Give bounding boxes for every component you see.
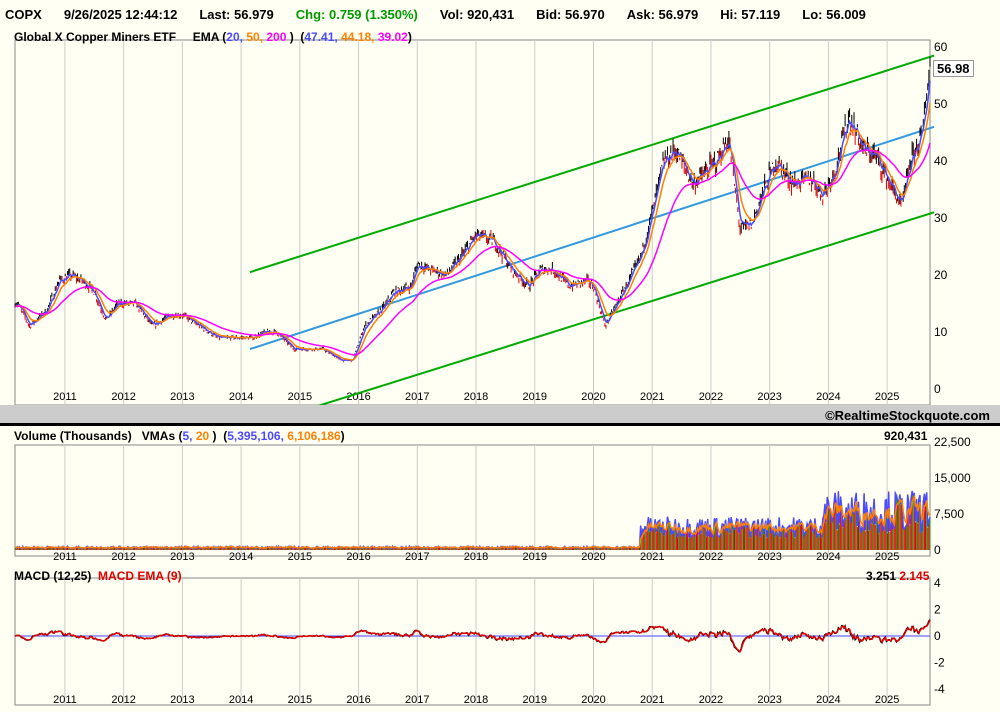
x-tick-label: 2015 (288, 694, 312, 706)
copyright: ©RealtimeStockquote.com (825, 408, 990, 423)
price-legend: Global X Copper Miners ETF EMA (20, 50, … (14, 30, 412, 44)
macd-values: 3.251 2.145 (866, 569, 929, 583)
price-y-tick: 30 (934, 211, 948, 225)
footer-band: ©RealtimeStockquote.com (0, 405, 1000, 426)
x-tick-label: 2015 (288, 391, 312, 403)
macd-value: 3.251 (866, 569, 897, 583)
x-tick-label: 2016 (346, 551, 370, 563)
ema20-period: 20, (226, 30, 243, 44)
signal-value: 2.145 (899, 569, 930, 583)
vma-label: VMAs (141, 429, 176, 443)
macd-y-tick: 2 (934, 603, 941, 617)
ema200-period: 200 (266, 30, 287, 44)
volume-y-tick: 15,000 (934, 471, 971, 485)
x-tick-label: 2012 (111, 551, 135, 563)
x-tick-label: 2020 (581, 391, 605, 403)
price-y-tick: 50 (934, 97, 948, 111)
macd-ema-title: MACD EMA (9) (98, 569, 182, 583)
panel-frame-0 (14, 39, 931, 406)
ema50-period: 50, (246, 30, 263, 44)
x-tick-label: 2018 (464, 551, 488, 563)
price-y-tick: 0 (934, 382, 941, 396)
volume-legend: Volume (Thousands) VMAs (5, 20 ) (5,395,… (14, 429, 345, 443)
ema20-value: 47.41, (304, 30, 338, 44)
macd-y-tick: -4 (934, 682, 945, 696)
x-tick-label: 2017 (405, 551, 429, 563)
x-tick-label: 2011 (53, 694, 77, 706)
x-tick-label: 2025 (875, 551, 899, 563)
price-y-tick: 20 (934, 268, 948, 282)
macd-y-tick: 4 (934, 576, 941, 590)
x-tick-label: 2019 (523, 694, 547, 706)
x-tick-label: 2012 (111, 391, 135, 403)
x-tick-label: 2025 (875, 391, 899, 403)
volume-y-tick: 7,500 (934, 507, 964, 521)
x-tick-label: 2017 (405, 391, 429, 403)
x-tick-label: 2023 (757, 391, 781, 403)
price-title: Global X Copper Miners ETF (14, 30, 177, 44)
price-y-tick: 60 (934, 40, 948, 54)
x-tick-label: 2025 (875, 694, 899, 706)
ema50-value: 44.18, (341, 30, 375, 44)
volume-y-tick: 22,500 (934, 435, 971, 449)
x-tick-label: 2016 (346, 694, 370, 706)
macd-legend: MACD (12,25) MACD EMA (9) (14, 569, 182, 583)
vma20-period: 20 (195, 429, 210, 443)
panel-frame-2 (14, 577, 931, 706)
x-tick-label: 2013 (170, 551, 194, 563)
x-tick-label: 2020 (581, 694, 605, 706)
x-tick-label: 2022 (699, 551, 723, 563)
x-tick-label: 2011 (53, 391, 77, 403)
x-tick-label: 2024 (816, 551, 840, 563)
x-tick-label: 2023 (757, 694, 781, 706)
vma5-value: 5,395,106, (227, 429, 284, 443)
macd-y-tick: 0 (934, 629, 941, 643)
x-tick-label: 2014 (229, 391, 253, 403)
volume-y-tick: 0 (934, 543, 941, 557)
x-tick-label: 2024 (816, 694, 840, 706)
last-price-badge: 56.98 (933, 60, 974, 77)
x-tick-label: 2011 (53, 551, 77, 563)
volume-last: 920,431 (884, 429, 928, 443)
price-y-tick: 10 (934, 325, 948, 339)
volume-title: Volume (Thousands) (14, 429, 132, 443)
ema-label: EMA (192, 30, 219, 44)
x-tick-label: 2022 (699, 391, 723, 403)
x-tick-label: 2023 (757, 551, 781, 563)
x-tick-label: 2021 (640, 391, 664, 403)
x-tick-label: 2019 (523, 551, 547, 563)
x-tick-label: 2021 (640, 694, 664, 706)
x-tick-label: 2013 (170, 391, 194, 403)
macd-title: MACD (12,25) (14, 569, 92, 583)
price-y-tick: 40 (934, 154, 948, 168)
vma5-period: 5, (182, 429, 193, 443)
x-tick-label: 2013 (170, 694, 194, 706)
x-tick-label: 2022 (699, 694, 723, 706)
macd-y-tick: -2 (934, 656, 945, 670)
x-tick-label: 2024 (816, 391, 840, 403)
chart-canvas: 2011 2012 2013 2014 2015 2016 2017 2018 2019 2020… (14, 39, 971, 706)
x-tick-label: 2018 (464, 694, 488, 706)
ema200-value: 39.02 (377, 30, 408, 44)
x-tick-label: 2017 (405, 694, 429, 706)
x-tick-label: 2021 (640, 551, 664, 563)
x-tick-label: 2020 (581, 551, 605, 563)
x-tick-label: 2014 (229, 694, 253, 706)
x-tick-label: 2019 (523, 391, 547, 403)
x-tick-label: 2014 (229, 551, 253, 563)
x-tick-label: 2015 (288, 551, 312, 563)
vma20-value: 6,106,186 (287, 429, 341, 443)
x-tick-label: 2018 (464, 391, 488, 403)
x-tick-label: 2012 (111, 694, 135, 706)
